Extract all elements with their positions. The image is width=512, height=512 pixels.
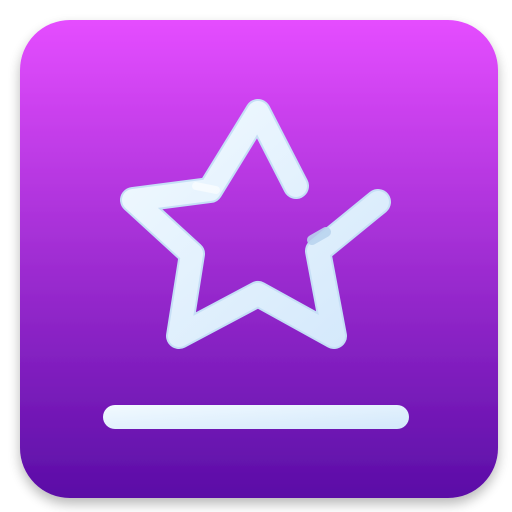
app-icon[interactable] [0, 0, 512, 512]
app-icon-canvas [0, 0, 512, 512]
star-fold-shadow [307, 227, 331, 245]
baseline-bar [103, 405, 409, 429]
star-fold-highlight [192, 182, 220, 194]
